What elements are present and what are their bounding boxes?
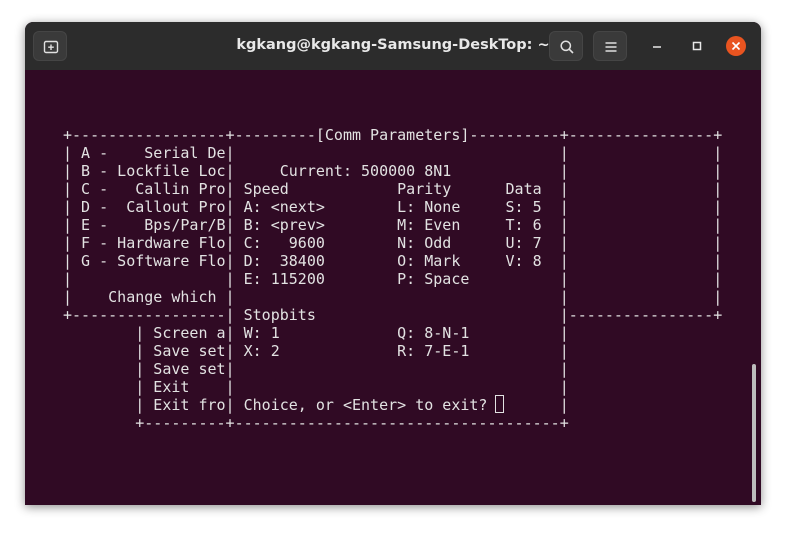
title-bar[interactable]: kgkang@kgkang-Samsung-DeskTop: ~ [25, 22, 761, 70]
terminal-line: | D - Callout Pro| A: <next> L: None S: … [63, 198, 723, 216]
text-cursor [495, 395, 504, 413]
terminal-line: | Screen a| W: 1 Q: 8-N-1 | [63, 324, 569, 342]
terminal-line: | Change which | | | [63, 288, 723, 306]
minimize-button[interactable] [647, 36, 667, 56]
terminal-line: | E - Bps/Par/B| B: <prev> M: Even T: 6 … [63, 216, 723, 234]
terminal-line: | A - Serial De| | | [63, 144, 723, 162]
terminal-line: | Exit fro| Choice, or <Enter> to exit? … [63, 396, 569, 414]
terminal-area[interactable]: +-----------------+---------[Comm Parame… [25, 70, 761, 505]
close-button[interactable] [726, 36, 746, 56]
maximize-icon [692, 41, 702, 51]
minicom-config-screen: +-----------------+---------[Comm Parame… [63, 126, 722, 432]
hamburger-menu-icon [605, 42, 617, 52]
search-button[interactable] [549, 31, 583, 61]
terminal-line: | | E: 115200 P: Space | | [63, 270, 723, 288]
menu-button[interactable] [593, 31, 627, 61]
terminal-line: | F - Hardware Flo| C: 9600 N: Odd U: 7 … [63, 234, 723, 252]
terminal-line: +---------+-----------------------------… [63, 414, 569, 432]
terminal-line: +-----------------| Stopbits |----------… [63, 306, 723, 324]
terminal-line: | C - Callin Pro| Speed Parity Data | | [63, 180, 723, 198]
terminal-line: | Exit | | [63, 378, 569, 396]
terminal-line: +-----------------+---------[Comm Parame… [63, 126, 723, 144]
scrollbar[interactable] [752, 364, 756, 502]
terminal-line: | B - Lockfile Loc| Current: 500000 8N1 … [63, 162, 723, 180]
terminal-window: kgkang@kgkang-Samsung-DeskTop: ~ +------… [25, 22, 761, 505]
terminal-line: | Save set| | [63, 360, 569, 378]
terminal-line: | G - Software Flo| D: 38400 O: Mark V: … [63, 252, 723, 270]
close-icon [731, 41, 741, 51]
terminal-line: | Save set| X: 2 R: 7-E-1 | [63, 342, 569, 360]
search-icon [560, 40, 574, 54]
minimize-icon [653, 46, 661, 48]
maximize-button[interactable] [687, 36, 707, 56]
